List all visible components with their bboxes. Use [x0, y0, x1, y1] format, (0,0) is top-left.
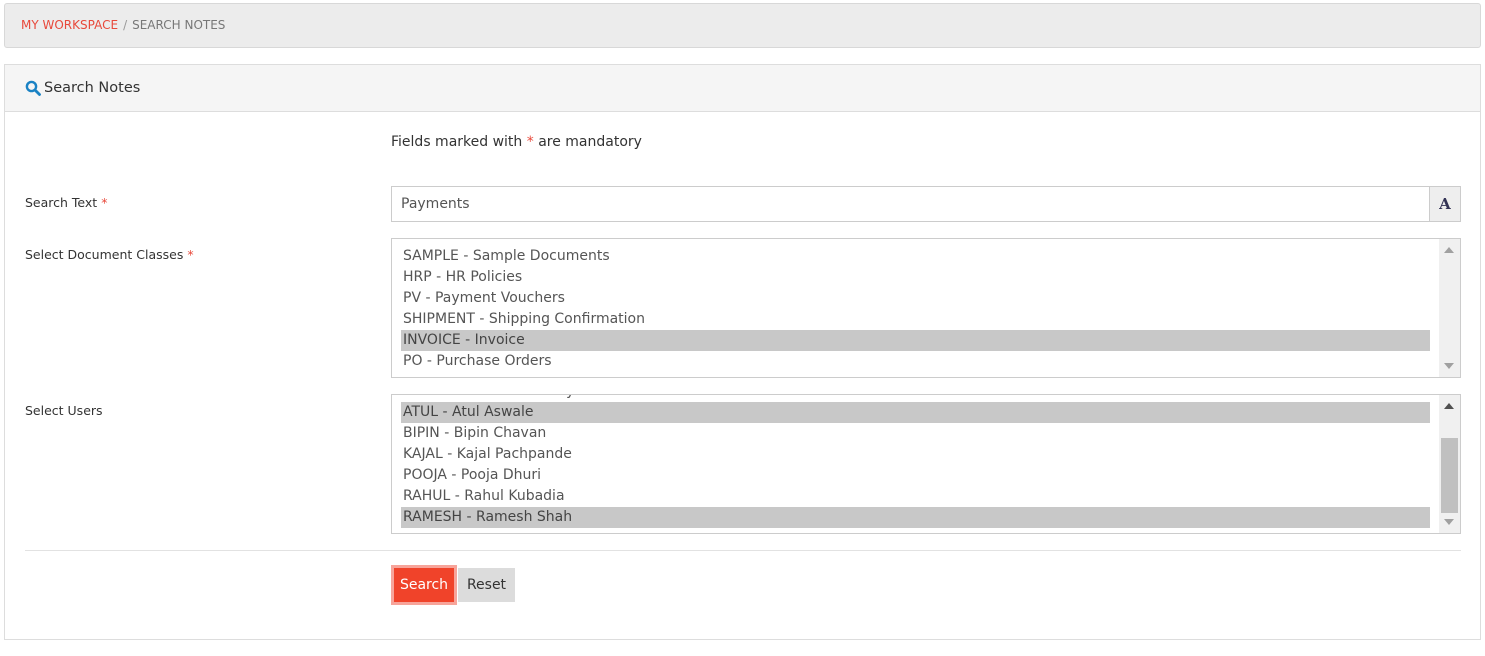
breadcrumb-my-workspace[interactable]: MY WORKSPACE [21, 18, 118, 32]
breadcrumb-search-notes: SEARCH NOTES [132, 18, 226, 32]
form-divider [25, 550, 1461, 551]
search-text-label: Search Text * [25, 195, 107, 210]
list-option[interactable]: INVOICE - Invoice [401, 330, 1430, 351]
panel-title: Search Notes [44, 80, 141, 96]
document-classes-label: Select Document Classes * [25, 247, 194, 262]
reset-button[interactable]: Reset [458, 568, 515, 602]
scroll-up-arrow-icon[interactable] [1444, 403, 1454, 409]
document-classes-scrollbar[interactable] [1439, 239, 1460, 377]
list-option[interactable]: PO - Purchase Orders [401, 351, 1430, 372]
list-option[interactable]: POOJA - Pooja Dhuri [401, 465, 1430, 486]
search-button[interactable]: Search [391, 565, 457, 605]
list-option[interactable]: KAJAL - Kajal Pachpande [401, 444, 1430, 465]
users-label-text: Select Users [25, 403, 103, 418]
list-option[interactable]: RAHUL - Rahul Kubadia [401, 486, 1430, 507]
search-icon [25, 80, 41, 96]
document-classes-options: SAMPLE - Sample Documents HRP - HR Polici… [401, 246, 1430, 372]
search-notes-panel: Search Notes Fields marked with * are ma… [4, 64, 1481, 640]
list-option[interactable]: ATUL - Atul Aswale [401, 402, 1430, 423]
breadcrumb: MY WORKSPACE / SEARCH NOTES [4, 3, 1481, 48]
panel-heading: Search Notes [5, 65, 1480, 112]
search-text-field: A [391, 186, 1461, 222]
list-option[interactable]: RAMESH - Ramesh Shah [401, 507, 1430, 528]
scroll-down-arrow-icon[interactable] [1444, 363, 1454, 369]
mandatory-note: Fields marked with * are mandatory [391, 134, 642, 150]
scroll-down-arrow-icon[interactable] [1444, 519, 1454, 525]
list-option[interactable]: HRP - HR Policies [401, 267, 1430, 288]
mandatory-note-suffix: are mandatory [533, 134, 642, 150]
required-star: * [101, 195, 108, 210]
search-text-input[interactable] [392, 187, 1429, 221]
required-star: * [526, 134, 534, 150]
mandatory-note-prefix: Fields marked with [391, 134, 527, 150]
users-options: ASHWIN - Ashwin ShettyATUL - Atul Aswale… [401, 395, 1430, 528]
breadcrumb-separator: / [123, 18, 128, 32]
required-star: * [187, 247, 194, 262]
users-label: Select Users [25, 403, 103, 418]
list-option[interactable]: PV - Payment Vouchers [401, 288, 1430, 309]
document-classes-label-text: Select Document Classes [25, 247, 184, 262]
users-scrollbar[interactable] [1439, 395, 1460, 533]
font-icon[interactable]: A [1429, 187, 1460, 221]
list-option[interactable]: BIPIN - Bipin Chavan [401, 423, 1430, 444]
users-listbox[interactable]: ASHWIN - Ashwin ShettyATUL - Atul Aswale… [391, 394, 1461, 534]
list-option[interactable]: SAMPLE - Sample Documents [401, 246, 1430, 267]
list-option[interactable]: SHIPMENT - Shipping Confirmation [401, 309, 1430, 330]
document-classes-listbox[interactable]: SAMPLE - Sample Documents HRP - HR Polici… [391, 238, 1461, 378]
scroll-up-arrow-icon[interactable] [1444, 247, 1454, 253]
list-option[interactable]: ASHWIN - Ashwin Shetty [401, 395, 1430, 402]
scrollbar-thumb[interactable] [1441, 438, 1458, 513]
search-text-label-text: Search Text [25, 195, 98, 210]
